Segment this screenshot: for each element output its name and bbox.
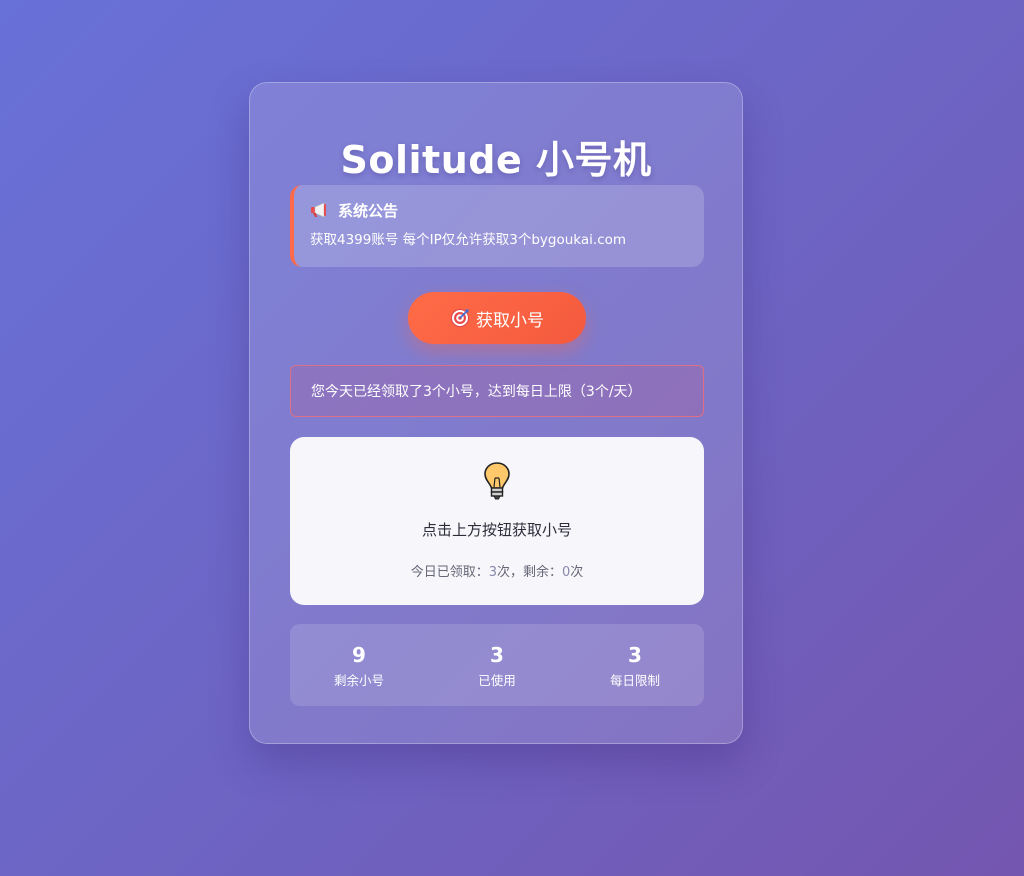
page-title: Solitude 小号机	[340, 138, 652, 182]
stat-daily-limit: 3 每日限制	[566, 624, 704, 706]
stat-used: 3 已使用	[428, 624, 566, 706]
lightbulb-icon	[484, 462, 510, 500]
target-icon	[451, 309, 469, 327]
notice-header: 系统公告	[310, 199, 688, 221]
get-account-button[interactable]: 获取小号	[408, 292, 586, 344]
notice-text: 获取4399账号 每个IP仅允许获取3个bygoukai.com	[310, 232, 627, 248]
megaphone-icon	[311, 202, 326, 218]
stats-bar: 9 剩余小号 3 已使用 3 每日限制	[290, 624, 704, 706]
notice-heading: 系统公告	[338, 201, 399, 220]
stat-value: 9	[352, 643, 366, 667]
limit-alert-text: 您今天已经领取了3个小号，达到每日上限（3个/天）	[311, 384, 642, 400]
used-count: 3	[488, 565, 497, 580]
usage-suffix: 次	[570, 565, 584, 580]
usage-mid: 次，剩余：	[496, 565, 562, 580]
usage-prefix: 今日已领取：	[410, 565, 489, 580]
result-panel: 点击上方按钮获取小号 今日已领取：3次，剩余：0次	[290, 437, 704, 605]
stat-label: 每日限制	[609, 673, 660, 688]
stat-value: 3	[628, 643, 642, 667]
stat-value: 3	[490, 643, 504, 667]
stat-label: 剩余小号	[333, 673, 384, 688]
get-account-label: 获取小号	[476, 310, 544, 331]
limit-alert: 您今天已经领取了3个小号，达到每日上限（3个/天）	[290, 365, 704, 417]
usage-summary: 今日已领取：3次，剩余：0次	[290, 561, 704, 580]
panel-message: 点击上方按钮获取小号	[421, 521, 572, 539]
system-notice: 系统公告 获取4399账号 每个IP仅允许获取3个bygoukai.com	[290, 185, 704, 267]
stat-label: 已使用	[478, 673, 516, 688]
main-card: Solitude 小号机 系统公告 获取4399账号 每个IP仅允许获取3个by…	[249, 82, 743, 744]
stat-remaining: 9 剩余小号	[290, 624, 428, 706]
